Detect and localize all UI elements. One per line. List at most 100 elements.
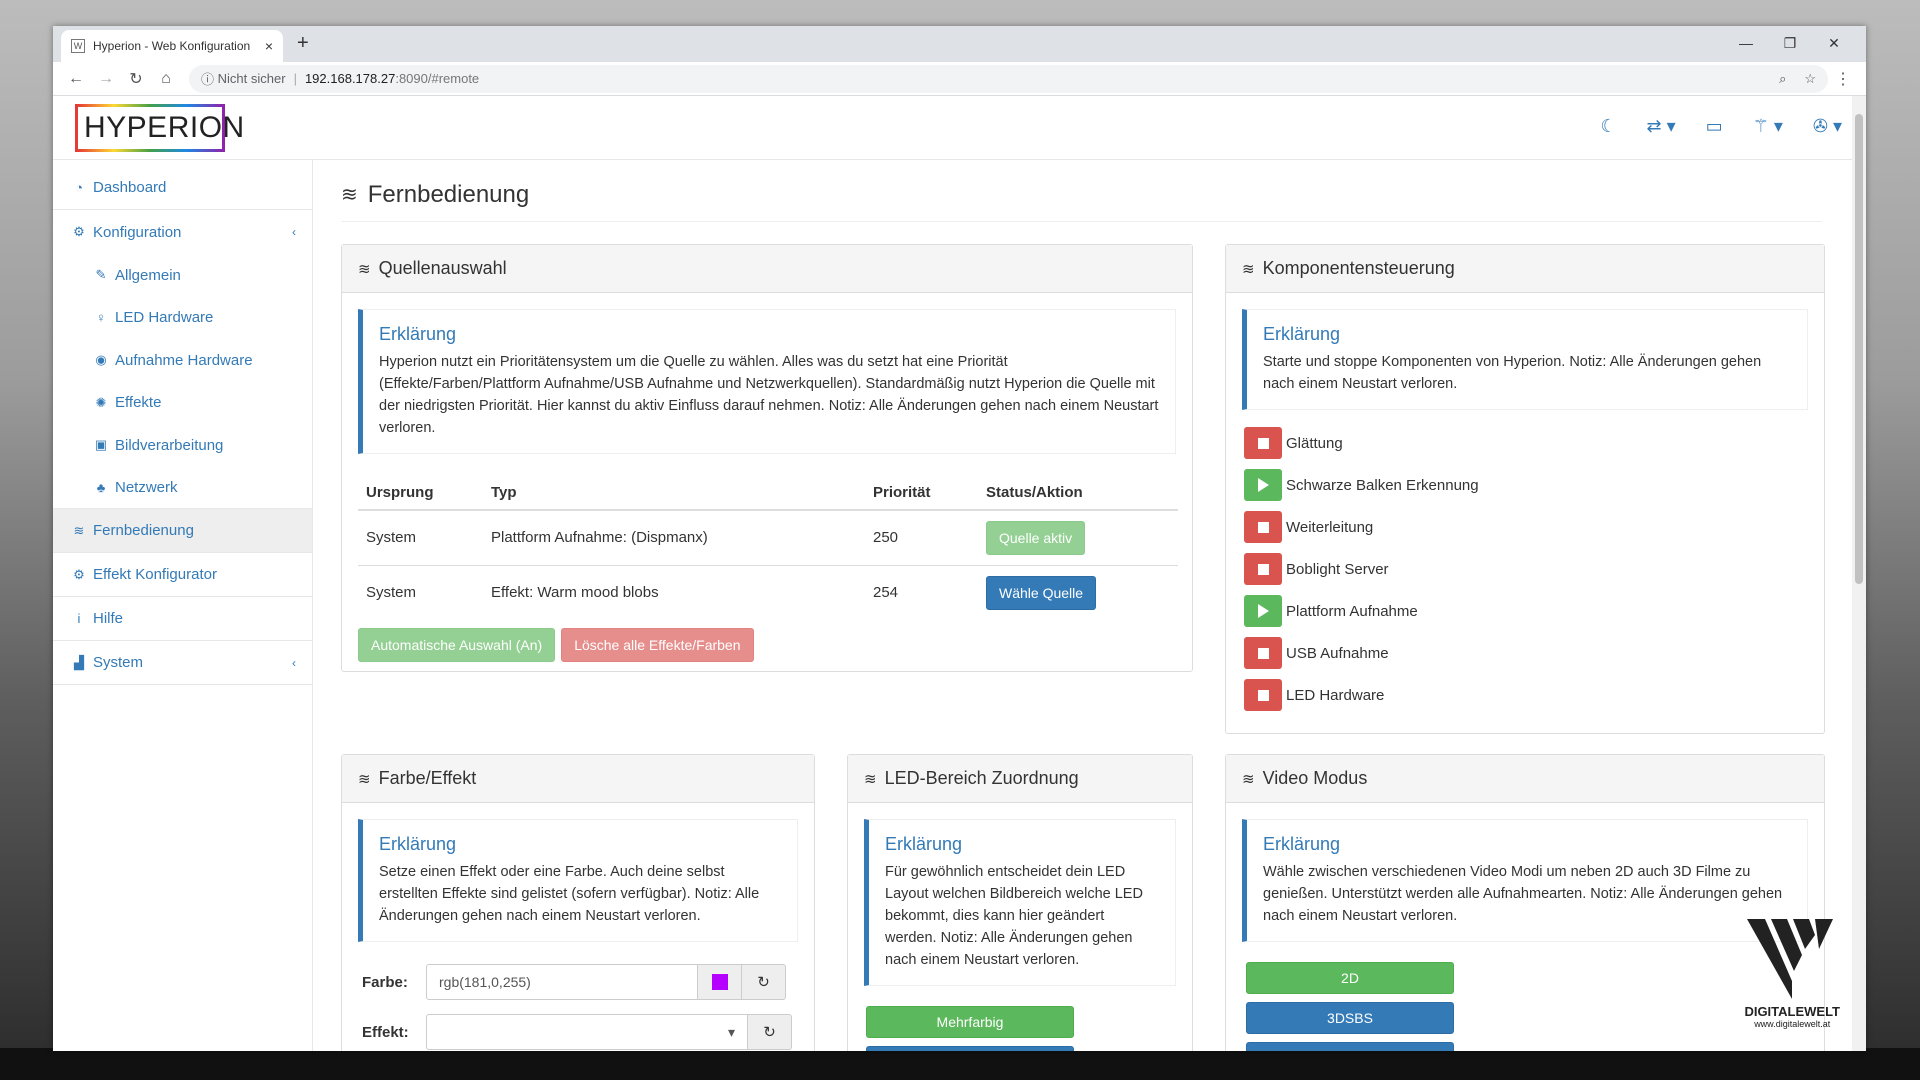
sidebar-item-label: Allgemein [115,266,181,284]
cogs-icon: ⚙ [73,566,85,582]
info-callout: Erklärung Für gewöhnlich entscheidet dei… [864,819,1176,986]
video-2d-button[interactable]: 2D [1246,962,1454,994]
info-icon[interactable]: ⓘ [201,69,214,88]
color-reset-button[interactable]: ↻ [742,964,786,1000]
effect-select[interactable]: ▾ [426,1014,748,1050]
sidebar: ◔ Dashboard ⚙ Konfiguration ‹ ✎ Allgemein ♀ L… [53,160,313,1051]
url-separator: | [293,71,297,86]
auto-select-button[interactable]: Automatische Auswahl (An) [358,628,556,662]
bookmark-star-icon[interactable]: ☆ [1804,71,1816,87]
watermark-name: DIGITALEWELT [1744,1004,1840,1019]
panel-title: Komponentensteuerung [1262,258,1455,278]
play-button[interactable] [1244,469,1282,501]
callout-title: Erklärung [379,834,457,854]
component-label: Weiterleitung [1286,518,1374,536]
url-host: 192.168.178.27 [304,71,396,86]
restore-button[interactable]: ❐ [1768,30,1812,56]
sidebar-item-hilfe[interactable]: i Hilfe [53,597,312,641]
sidebar-item-system[interactable]: ▟ System ‹ [53,641,312,685]
cell-type: Plattform Aufnahme: (Dispmanx) [483,510,865,566]
moon-icon[interactable]: ☾ [1600,116,1616,137]
wifi-icon: ≋ [73,522,85,538]
tab-title: Hyperion - Web Konfiguration [93,39,251,53]
sidebar-item-effekt-konfigurator[interactable]: ⚙ Effekt Konfigurator [53,553,312,597]
effect-reset-button[interactable]: ↻ [748,1014,792,1050]
multicolor-button[interactable]: Mehrfarbig [866,1006,1074,1038]
not-secure-label: Nicht sicher [217,71,286,86]
sidebar-item-label: System [93,654,144,671]
forward-icon[interactable]: → [91,70,121,88]
priority-table: Ursprung Typ Priorität Status/Aktion Sys… [358,476,1178,620]
tab-close-icon[interactable]: × [265,38,273,54]
color-swatch-button[interactable] [698,964,742,1000]
hyperion-logo[interactable]: HYPERION [75,104,244,152]
component-label: Glättung [1286,434,1343,452]
stop-button[interactable] [1244,553,1282,585]
sidebar-item-konfiguration[interactable]: ⚙ Konfiguration ‹ [53,210,312,254]
info-icon: i [77,611,81,626]
component-label: Schwarze Balken Erkennung [1286,476,1479,494]
panel-heading: ≋ Farbe/Effekt [342,755,814,803]
url-input[interactable]: ⓘ Nicht sicher | 192.168.178.27:8090/#re… [189,64,1828,93]
reset-icon: ↻ [763,1024,776,1041]
magic-icon[interactable]: ⚚ ▾ [1753,116,1783,137]
panel-video-modus: ≋ Video Modus Erklärung Wähle zwischen ve… [1225,754,1825,1051]
select-source-button[interactable]: Wähle Quelle [986,575,1097,610]
clear-effects-button[interactable]: Lösche alle Effekte/Farben [561,628,754,662]
scrollbar-thumb[interactable] [1855,114,1863,584]
picture-icon: ▣ [94,437,108,453]
zoom-icon[interactable]: ⌕ [1779,71,1786,87]
callout-title: Erklärung [379,324,457,344]
sidebar-item-dashboard[interactable]: ◔ Dashboard [53,166,312,210]
reload-icon[interactable]: ↻ [121,69,151,89]
sidebar-item-aufnahme-hardware[interactable]: ◉ Aufnahme Hardware [53,339,312,382]
panel-title: Farbe/Effekt [378,768,477,788]
video-3dsbs-button[interactable]: 3DSBS [1246,1002,1454,1034]
cell-type: Effekt: Warm mood blobs [491,584,659,602]
video-buttons: 2D 3DSBS [1226,962,1824,1051]
info-callout: Erklärung Hyperion nutzt ein Prioritäten… [358,309,1176,454]
sidebar-item-led-hardware[interactable]: ♀ LED Hardware [53,297,312,340]
panel-komponentensteuerung: ≋ Komponentensteuerung Erklärung Starte u… [1225,244,1825,734]
transfer-icon[interactable]: ⇄ ▾ [1647,116,1676,137]
wifi-icon: ≋ [1242,770,1255,788]
browser-menu-icon[interactable]: ⋮ [1828,69,1858,89]
back-icon[interactable]: ← [61,70,91,88]
color-input[interactable]: rgb(181,0,255) [426,964,698,1000]
new-tab-button[interactable]: + [297,32,309,55]
cell-priority: 250 [865,510,978,566]
browser-tab[interactable]: W Hyperion - Web Konfiguration × [61,30,283,62]
close-window-button[interactable]: ✕ [1812,30,1856,56]
monitor-icon[interactable]: ▭ [1706,116,1723,137]
minimize-button[interactable]: — [1724,30,1768,56]
play-button[interactable] [1244,595,1282,627]
wifi-icon: ≋ [341,184,358,206]
cog-icon: ⚙ [73,224,85,239]
dashboard-icon: ◔ [75,180,83,195]
stop-button[interactable] [1244,679,1282,711]
panel-title: Video Modus [1262,768,1368,788]
page-scrollbar[interactable] [1852,96,1866,1051]
sidebar-item-netzwerk[interactable]: ♣ Netzwerk [53,467,312,509]
sidebar-item-bildverarbeitung[interactable]: ▣ Bildverarbeitung [53,424,312,467]
chart-icon: ▟ [74,654,84,670]
stop-button[interactable] [1244,637,1282,669]
sidebar-item-label: LED Hardware [115,309,214,327]
sidebar-item-label: Aufnahme Hardware [115,351,253,369]
sidebar-item-effekte[interactable]: ✺ Effekte [53,382,312,425]
component-item: USB Aufnahme [1226,632,1824,674]
screen-bottom-bar [0,1048,1920,1080]
info-callout: Erklärung Wähle zwischen verschiedenen V… [1242,819,1808,942]
sidebar-item-fernbedienung[interactable]: ≋ Fernbedienung [53,509,312,553]
stop-button[interactable] [1244,511,1282,543]
callout-text: Starte und stoppe Komponenten von Hyperi… [1263,354,1762,392]
sidebar-item-allgemein[interactable]: ✎ Allgemein [53,254,312,297]
video-3dtab-button[interactable] [1246,1042,1454,1051]
watermark: DIGITALEWELT www.digitalewelt.at [1744,919,1840,1029]
stop-button[interactable] [1244,427,1282,459]
source-active-button[interactable]: Quelle aktiv [986,520,1086,555]
wrench-icon[interactable]: ✇ ▾ [1813,116,1842,137]
led-mode-button[interactable] [866,1046,1074,1051]
home-icon[interactable]: ⌂ [151,70,181,88]
wifi-icon: ≋ [358,260,371,278]
